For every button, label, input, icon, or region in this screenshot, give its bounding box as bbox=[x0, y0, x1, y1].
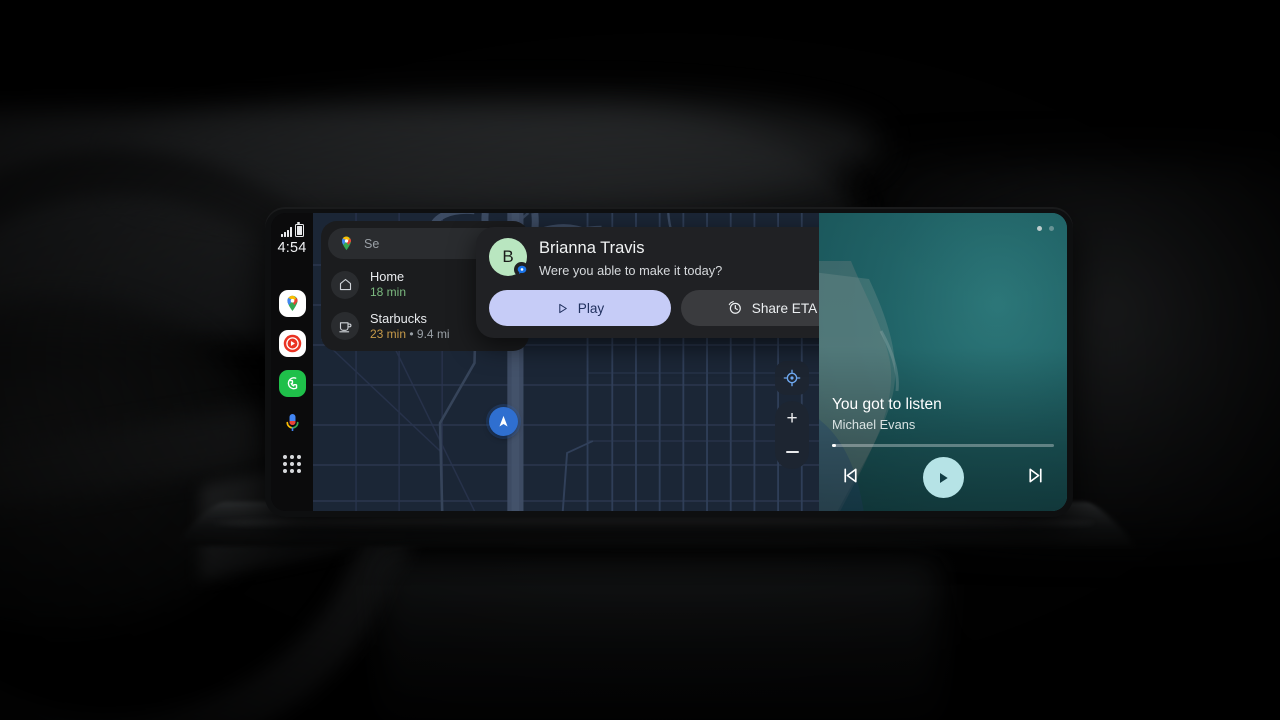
phone-handset-icon bbox=[287, 376, 298, 389]
youtube-music-icon bbox=[283, 334, 301, 353]
map-view[interactable]: + Se Home 18 min Starbucks 23 min • 9.4 … bbox=[313, 213, 819, 511]
notification-sender: Brianna Travis bbox=[539, 239, 645, 257]
media-controls bbox=[832, 457, 1054, 498]
signal-bars-icon bbox=[280, 227, 292, 237]
sidebar-item-phone[interactable] bbox=[278, 370, 306, 397]
notification-header: B Brianna Travis Were you able to make i… bbox=[489, 238, 819, 279]
coffee-cup-icon bbox=[331, 312, 359, 341]
zoom-in-button[interactable]: + bbox=[775, 401, 809, 435]
play-message-button[interactable]: Play bbox=[489, 290, 671, 327]
head-unit-bezel: 4:54 + Se Home 18 min Starbucks 23 min •… bbox=[265, 207, 1073, 517]
progress-bar[interactable] bbox=[832, 444, 1054, 447]
play-pause-button[interactable] bbox=[922, 457, 964, 498]
play-triangle-icon bbox=[940, 472, 948, 483]
notification-actions: Play Share ETA bbox=[489, 290, 819, 327]
sidebar-item-assistant[interactable] bbox=[279, 410, 306, 437]
destination-eta: 23 min bbox=[370, 326, 407, 341]
home-icon bbox=[331, 270, 359, 299]
share-eta-clock-icon bbox=[728, 300, 741, 314]
sidebar-item-all-apps[interactable] bbox=[279, 450, 306, 477]
vehicle-location-marker bbox=[489, 407, 518, 436]
status-bar: 4:54 bbox=[277, 222, 307, 256]
previous-track-button[interactable] bbox=[840, 465, 861, 491]
sidebar-item-youtube-music[interactable] bbox=[278, 330, 306, 357]
share-eta-button[interactable]: Share ETA bbox=[681, 290, 819, 327]
play-triangle-icon bbox=[559, 303, 567, 313]
media-info: You got to listen Michael Evans bbox=[832, 396, 1054, 498]
recenter-icon bbox=[783, 369, 801, 387]
skip-previous-icon bbox=[844, 468, 857, 482]
notification-card: B Brianna Travis Were you able to make i… bbox=[476, 227, 819, 339]
head-unit-screen: 4:54 + Se Home 18 min Starbucks 23 min •… bbox=[271, 213, 1067, 511]
sidebar-app-list bbox=[278, 290, 306, 477]
track-artist: Michael Evans bbox=[832, 417, 916, 432]
destination-separator: • bbox=[409, 326, 414, 341]
share-eta-label: Share ETA bbox=[751, 300, 818, 316]
sidebar-item-google-maps[interactable] bbox=[278, 290, 306, 317]
track-title: You got to listen bbox=[832, 396, 942, 414]
recenter-button[interactable] bbox=[775, 361, 809, 395]
skip-next-icon bbox=[1029, 468, 1042, 482]
status-clock: 4:54 bbox=[277, 240, 307, 256]
destination-distance: 9.4 mi bbox=[416, 326, 450, 341]
messages-bubble-icon bbox=[514, 262, 529, 277]
next-track-button[interactable] bbox=[1025, 465, 1046, 491]
sidebar-rail: 4:54 bbox=[271, 213, 313, 511]
zoom-controls: + bbox=[775, 401, 809, 469]
notification-text-block: Brianna Travis Were you able to make it … bbox=[539, 238, 819, 279]
search-input[interactable]: Se bbox=[364, 237, 379, 251]
app-grid-icon bbox=[283, 454, 301, 473]
destination-name: Home bbox=[370, 269, 405, 284]
navigation-arrow-icon bbox=[499, 415, 508, 427]
map-controls: + bbox=[775, 361, 809, 469]
zoom-out-button[interactable] bbox=[775, 435, 809, 469]
destination-eta: 18 min bbox=[370, 284, 407, 299]
play-button-label: Play bbox=[577, 300, 605, 316]
maps-pin-icon bbox=[286, 295, 298, 311]
microphone-icon bbox=[285, 413, 299, 431]
destination-name: Starbucks bbox=[370, 310, 427, 326]
page-indicator-dots bbox=[1037, 226, 1054, 231]
media-panel[interactable]: You got to listen Michael Evans bbox=[819, 213, 1067, 511]
avatar: B bbox=[489, 238, 529, 277]
battery-icon bbox=[294, 222, 304, 237]
maps-pin-icon bbox=[341, 236, 352, 251]
notification-message: Were you able to make it today? bbox=[539, 262, 723, 278]
screenshot-root: 4:54 + Se Home 18 min Starbucks 23 min •… bbox=[0, 0, 1280, 720]
